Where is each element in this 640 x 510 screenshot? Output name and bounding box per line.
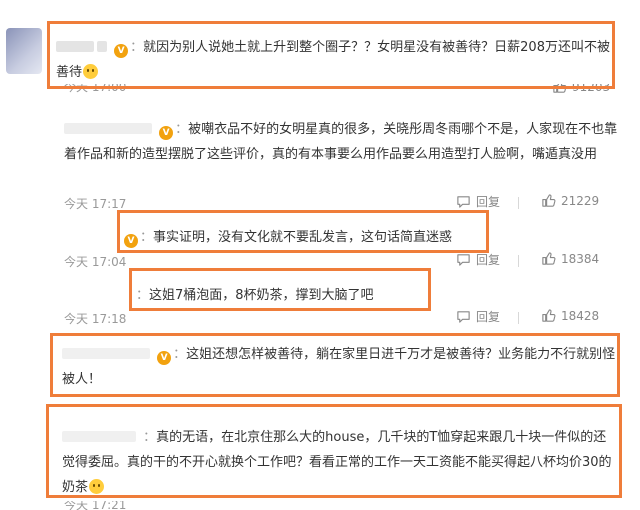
divider [518,197,519,209]
reply-label: 回复 [476,253,501,267]
reply-button[interactable]: 回复 [456,251,500,268]
comment-2: V ：被嘲衣品不好的女明星真的很多，关晓彤周冬雨哪个不是，人家现在不也靠着作品和新… [64,122,618,162]
reply-button[interactable]: 回复 [456,193,500,210]
comment-meta: 今天 17:18 回复 18428 [64,308,624,328]
avatar[interactable] [6,28,42,74]
like-count: 21229 [561,193,600,208]
highlight-box [117,210,489,253]
thumbs-up-icon [542,252,556,265]
highlight-box [50,333,620,397]
like-button[interactable]: 18384 [541,251,599,266]
comment-bubble-icon [457,196,470,208]
reply-label: 回复 [476,310,501,324]
highlight-box [47,21,615,89]
comment-bubble-icon [457,254,470,266]
highlight-box [129,268,431,311]
vip-badge-icon: V [159,126,174,140]
comment-time: 今天 17:04 [64,255,127,269]
thumbs-up-icon [542,309,556,322]
comment-time: 今天 17:18 [64,312,127,326]
like-count: 18428 [561,308,600,323]
like-button[interactable]: 21229 [541,193,599,208]
comment-meta: 今天 17:21 [64,501,264,510]
comment-time: 今天 17:21 [64,501,127,510]
reply-label: 回复 [476,195,501,209]
divider [518,312,519,324]
divider [518,255,519,267]
highlight-box [46,404,622,498]
username-masked[interactable] [64,122,155,137]
comment-bubble-icon [457,311,470,323]
like-count: 18384 [561,251,600,266]
like-button[interactable]: 18428 [541,308,599,323]
reply-button[interactable]: 回复 [456,308,500,325]
thumbs-up-icon [542,194,556,207]
